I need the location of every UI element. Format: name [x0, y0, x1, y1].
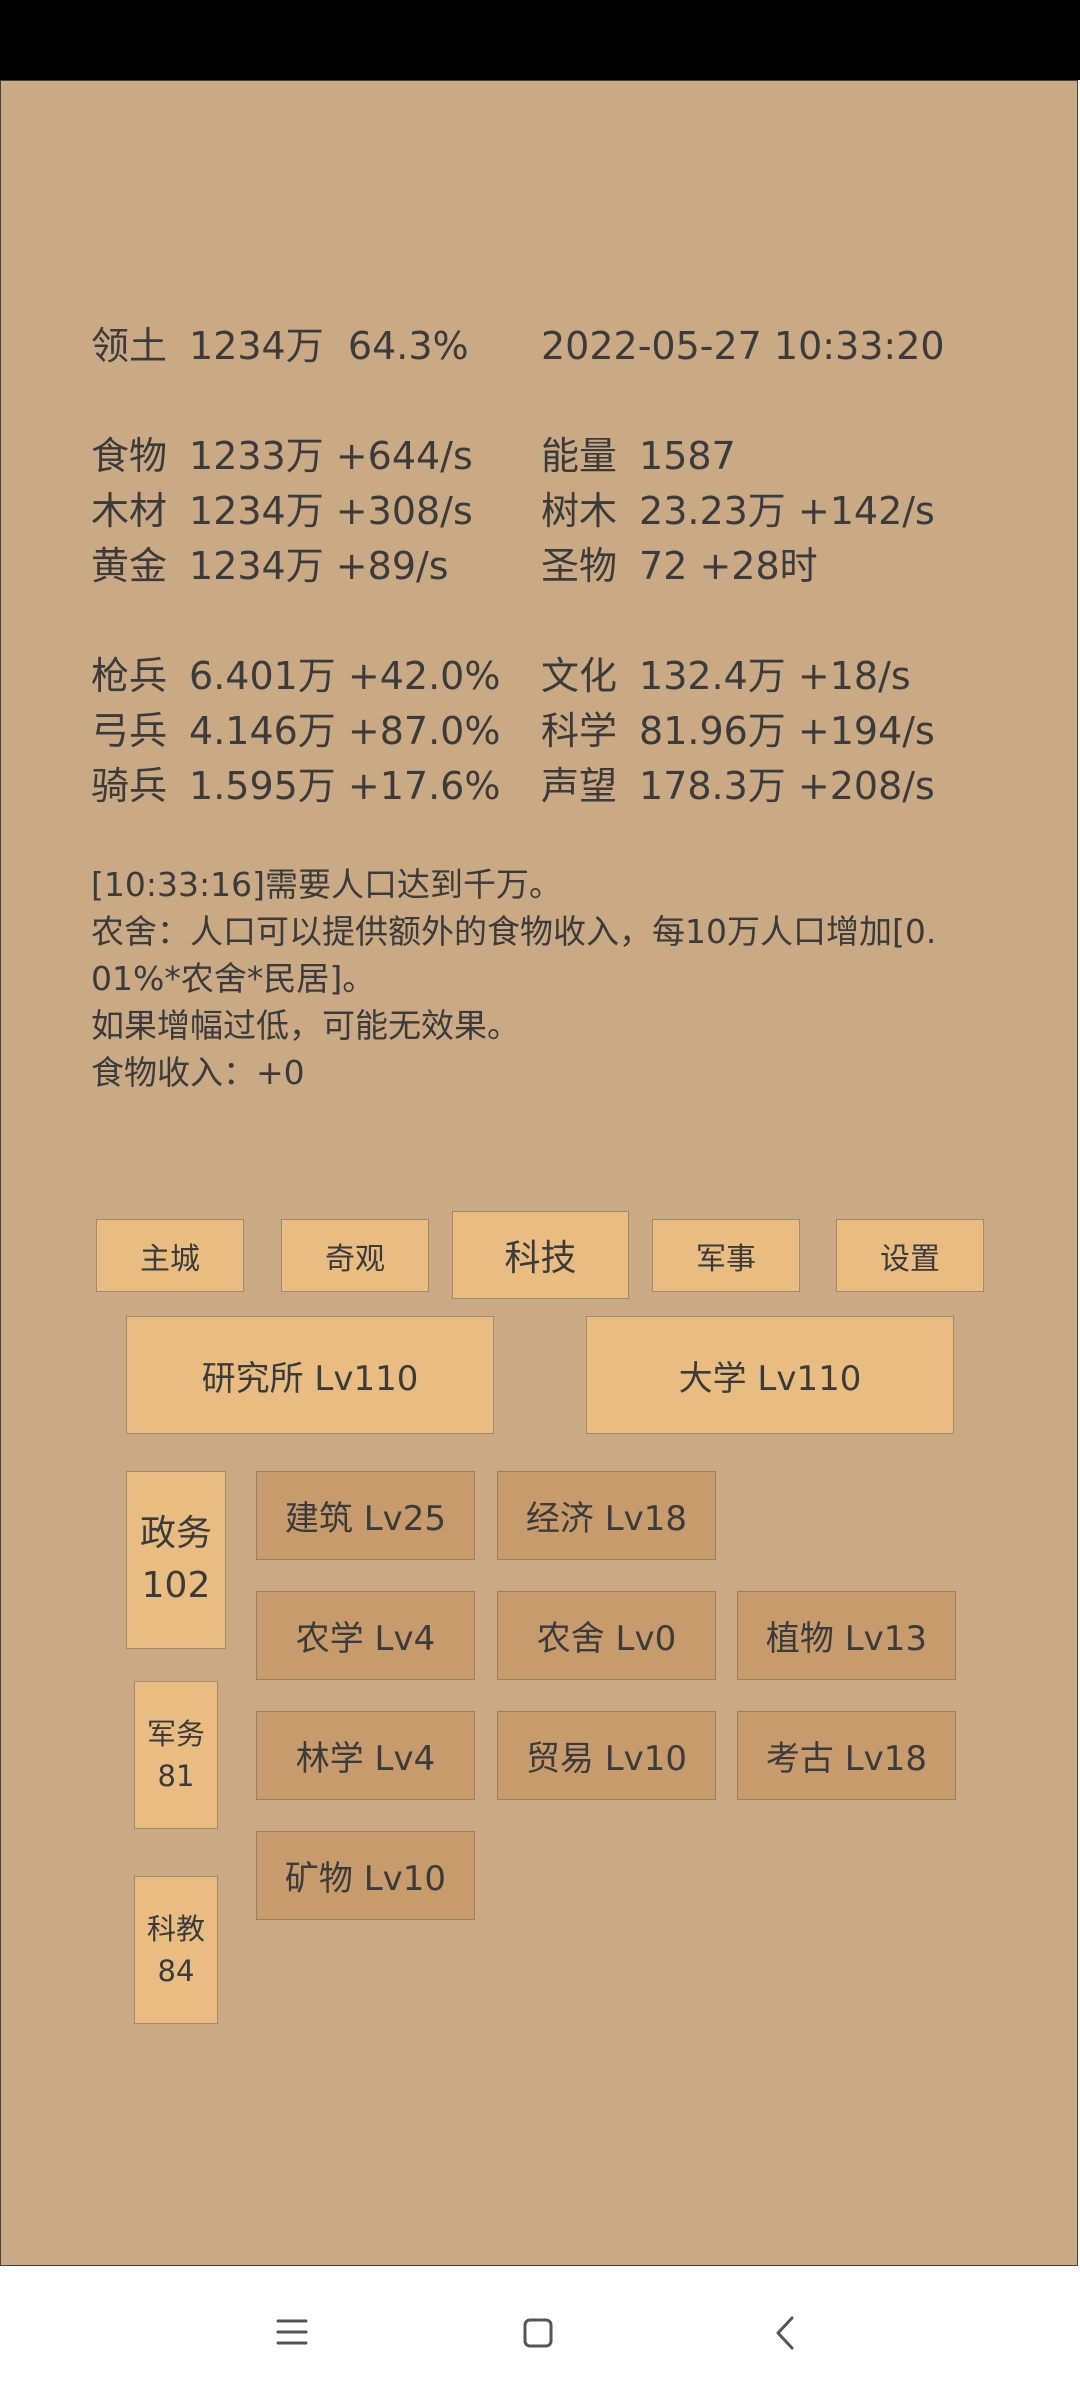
stat-food: 食物 1233万 +644/s: [91, 437, 473, 475]
stat-prestige: 声望 178.3万 +208/s: [541, 767, 935, 805]
stat-science-value: 81.96万 +194/s: [639, 709, 935, 753]
category-military-button[interactable]: 军务 81: [134, 1681, 218, 1829]
category-military-value: 81: [157, 1759, 195, 1793]
stat-energy-label: 能量: [541, 434, 618, 478]
stat-cavalry-label: 骑兵: [91, 764, 168, 808]
stat-prestige-label: 声望: [541, 764, 618, 808]
stat-prestige-value: 178.3万 +208/s: [639, 764, 935, 808]
stat-science: 科学 81.96万 +194/s: [541, 712, 935, 750]
stat-spearmen-value: 6.401万 +42.0%: [189, 654, 501, 698]
message-log: [10:33:16]需要人口达到千万。 农舍：人口可以提供额外的食物收入，每10…: [91, 861, 991, 1096]
tab-wonders[interactable]: 奇观: [281, 1219, 429, 1292]
category-politics-label: 政务: [139, 1512, 212, 1554]
stat-science-label: 科学: [541, 709, 618, 753]
home-icon[interactable]: [522, 2317, 554, 2349]
stat-food-label: 食物: [91, 434, 168, 478]
tab-settings[interactable]: 设置: [836, 1219, 984, 1292]
stat-cavalry: 骑兵 1.595万 +17.6%: [91, 767, 500, 805]
tab-tech[interactable]: 科技: [452, 1211, 629, 1299]
stat-archers: 弓兵 4.146万 +87.0%: [91, 712, 500, 750]
stat-trees: 树木 23.23万 +142/s: [541, 492, 935, 530]
institute-button[interactable]: 研究所 Lv110: [126, 1316, 494, 1434]
category-education-button[interactable]: 科教 84: [134, 1876, 218, 2024]
tech-architecture-button[interactable]: 建筑 Lv25: [256, 1471, 475, 1560]
message-line: 如果增幅过低，可能无效果。: [91, 1006, 520, 1045]
tech-agronomy-button[interactable]: 农学 Lv4: [256, 1591, 475, 1680]
stat-cavalry-value: 1.595万 +17.6%: [189, 764, 501, 808]
category-politics-value: 102: [141, 1565, 211, 1606]
status-bar: [0, 0, 1080, 80]
back-icon[interactable]: [774, 2315, 796, 2351]
stat-energy: 能量 1587: [541, 437, 736, 475]
tech-farmhouse-button[interactable]: 农舍 Lv0: [497, 1591, 716, 1680]
stat-wood: 木材 1234万 +308/s: [91, 492, 473, 530]
stat-spearmen-label: 枪兵: [91, 654, 168, 698]
stat-relics-label: 圣物: [541, 544, 618, 588]
stat-gold-value: 1234万 +89/s: [189, 544, 449, 588]
message-line: 01%*农舍*民居]。: [91, 959, 376, 998]
stat-culture-value: 132.4万 +18/s: [639, 654, 911, 698]
stat-culture: 文化 132.4万 +18/s: [541, 657, 911, 695]
stat-territory-value: 1234万: [189, 324, 324, 368]
menu-icon[interactable]: [276, 2317, 308, 2347]
game-datetime: 2022-05-27 10:33:20: [541, 324, 945, 368]
stat-territory-label: 领土: [91, 324, 168, 368]
game-panel: 领土 1234万 64.3% 2022-05-27 10:33:20 食物 1233…: [0, 80, 1078, 2266]
stat-gold-label: 黄金: [91, 544, 168, 588]
tech-archaeology-button[interactable]: 考古 Lv18: [737, 1711, 956, 1800]
stat-energy-value: 1587: [639, 434, 736, 478]
tech-forestry-button[interactable]: 林学 Lv4: [256, 1711, 475, 1800]
message-line: [10:33:16]需要人口达到千万。: [91, 865, 562, 904]
tech-economy-button[interactable]: 经济 Lv18: [497, 1471, 716, 1560]
stat-wood-value: 1234万 +308/s: [189, 489, 473, 533]
category-education-value: 84: [157, 1954, 195, 1988]
category-education-label: 科教: [146, 1911, 205, 1946]
university-button[interactable]: 大学 Lv110: [586, 1316, 954, 1434]
stat-spearmen: 枪兵 6.401万 +42.0%: [91, 657, 500, 695]
stat-trees-value: 23.23万 +142/s: [639, 489, 935, 533]
stat-territory: 领土 1234万 64.3%: [91, 327, 469, 365]
stat-trees-label: 树木: [541, 489, 618, 533]
category-politics-button[interactable]: 政务 102: [126, 1471, 226, 1649]
stat-territory-percent: 64.3%: [347, 324, 469, 368]
tab-military[interactable]: 军事: [652, 1219, 800, 1292]
stat-gold: 黄金 1234万 +89/s: [91, 547, 449, 585]
stat-wood-label: 木材: [91, 489, 168, 533]
message-line: 农舍：人口可以提供额外的食物收入，每10万人口增加[0.: [91, 912, 937, 951]
stat-archers-value: 4.146万 +87.0%: [189, 709, 501, 753]
tab-main-city[interactable]: 主城: [96, 1219, 244, 1292]
tech-plants-button[interactable]: 植物 Lv13: [737, 1591, 956, 1680]
tech-trade-button[interactable]: 贸易 Lv10: [497, 1711, 716, 1800]
stat-food-value: 1233万 +644/s: [189, 434, 473, 478]
stat-archers-label: 弓兵: [91, 709, 168, 753]
message-line: 食物收入：+0: [91, 1053, 305, 1092]
stat-relics-value: 72 +28时: [639, 544, 818, 588]
tech-minerals-button[interactable]: 矿物 Lv10: [256, 1831, 475, 1920]
category-military-label: 军务: [146, 1716, 205, 1751]
stat-relics: 圣物 72 +28时: [541, 547, 818, 585]
stat-culture-label: 文化: [541, 654, 618, 698]
navigation-bar: [0, 2267, 1080, 2400]
